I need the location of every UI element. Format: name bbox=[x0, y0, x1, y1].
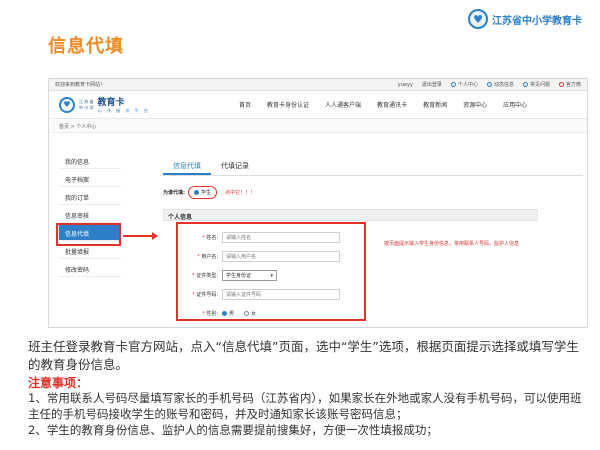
topbar-faq[interactable]: 常见问题 bbox=[522, 81, 550, 88]
message-icon bbox=[486, 82, 492, 87]
sidebar-item-archive[interactable]: 电子档案 bbox=[59, 169, 121, 187]
topbar-personal-center[interactable]: 个人中心 bbox=[450, 81, 478, 88]
username[interactable]: yueyy bbox=[398, 82, 413, 88]
nav-row: ♥ 江 苏 省 中 小 学 教育卡 公 共 服 务 平 台 首页 教育卡身份认证… bbox=[49, 91, 587, 119]
nav-item-client[interactable]: 人人通客户端 bbox=[325, 100, 361, 109]
idtype-row: * 证件类型: 学生身份证 ▾ bbox=[178, 266, 364, 285]
idno-row: * 证件号码: bbox=[178, 285, 364, 304]
gender-label: 性别: bbox=[206, 311, 218, 317]
username-label: 用户名: bbox=[201, 254, 218, 260]
name-label: 姓名: bbox=[206, 235, 218, 241]
nav-item-home[interactable]: 首页 bbox=[239, 100, 251, 109]
nav-item-card[interactable]: 教育通讯卡 bbox=[377, 100, 407, 109]
tab-fill-records[interactable]: 代填记录 bbox=[211, 158, 259, 175]
chevron-down-icon: ▾ bbox=[270, 272, 273, 279]
site-logo[interactable]: ♥ 江 苏 省 中 小 学 教育卡 公 共 服 务 平 台 bbox=[59, 95, 179, 114]
help-icon bbox=[522, 82, 528, 87]
sidebar-item-orders[interactable]: 我的订单 bbox=[59, 187, 121, 205]
logout-link[interactable]: 退出登录 bbox=[422, 81, 442, 88]
weibo-icon bbox=[558, 82, 564, 87]
gender-male[interactable]: 男 bbox=[222, 310, 234, 317]
welcome-text: 欢迎来到教育卡网站！ bbox=[55, 82, 106, 88]
tab-bar: 信息代填 代填记录 bbox=[163, 158, 583, 176]
idtype-select[interactable]: 学生身份证 ▾ bbox=[222, 270, 277, 281]
name-input[interactable] bbox=[222, 232, 340, 243]
for-role-row: 为谁代填: 学生 点中它！！！ bbox=[163, 186, 583, 199]
topbar-news[interactable]: 动态信息 bbox=[486, 81, 514, 88]
radio-unselected-icon[interactable] bbox=[244, 311, 250, 316]
nav-item-news[interactable]: 教育新闻 bbox=[423, 100, 447, 109]
logo: ♥ 江苏省中小学教育卡 bbox=[468, 8, 588, 30]
description: 班主任登录教育卡官方网站，点入“信息代填”页面，选中“学生”选项，根据页面提示选… bbox=[28, 339, 579, 372]
for-role-label: 为谁代填: bbox=[163, 190, 185, 196]
arrow-icon bbox=[123, 232, 158, 240]
site-slogan: 公 共 服 务 平 台 bbox=[97, 108, 150, 113]
idno-input[interactable] bbox=[222, 289, 340, 300]
gender-female[interactable]: 女 bbox=[244, 310, 256, 317]
notes-body: 1、常用联系人号码尽量填写家长的手机号码（江苏省内），如果家长在外地或家人没有手… bbox=[28, 390, 584, 438]
site-logo-icon: ♥ bbox=[59, 96, 75, 113]
logo-text: 江苏省中小学教育卡 bbox=[492, 15, 582, 27]
user-icon bbox=[450, 82, 456, 87]
sidebar-item-my-info[interactable]: 我的信息 bbox=[59, 151, 121, 169]
radio-selected-icon[interactable] bbox=[194, 190, 199, 195]
main-panel: 信息代填 代填记录 为谁代填: 学生 点中它！！！ 个人信息 bbox=[163, 158, 583, 221]
radio-selected-icon[interactable] bbox=[222, 311, 227, 316]
slide-title: 信息代填 bbox=[48, 36, 124, 57]
form-highlight-box: * 姓名: * 用户名: * 证件类型: 学生身份证▾ * 证件号码: * 性别… bbox=[176, 222, 366, 321]
name-row: * 姓名: bbox=[178, 228, 364, 247]
username-input[interactable] bbox=[222, 251, 340, 262]
side-hint: 按页面提示输入学生身份信息，常用联系人号码，监护人信息 bbox=[384, 241, 520, 247]
click-note: 点中它！！！ bbox=[225, 190, 256, 196]
section-title: 个人信息 bbox=[163, 209, 538, 221]
topbar-weibo[interactable]: 官方微 bbox=[558, 81, 581, 88]
sidebar-item-review[interactable]: 信息审核 bbox=[59, 205, 121, 223]
gender-row: * 性别: 男 女 bbox=[202, 310, 257, 317]
note-item: 2、学生的教育身份信息、监护人的信息需要提前搜集好，方便一次性填报成功； bbox=[28, 423, 438, 437]
idtype-label: 证件类型: bbox=[196, 273, 218, 279]
top-bar: 欢迎来到教育卡网站！ yueyy 退出登录 个人中心 动态信息 常见问题 官方微 bbox=[49, 79, 587, 91]
tab-proxy-fill[interactable]: 信息代填 bbox=[163, 158, 211, 175]
nav-item-auth[interactable]: 教育卡身份认证 bbox=[267, 100, 309, 109]
logo-icon: ♥ bbox=[468, 9, 488, 29]
note-item: 1、常用联系人号码尽量填写家长的手机号码（江苏省内），如果家长在外地或家人没有手… bbox=[28, 391, 582, 421]
username-row: * 用户名: bbox=[178, 247, 364, 266]
nav-item-resources[interactable]: 资源中心 bbox=[463, 100, 487, 109]
sidebar-highlight-box bbox=[56, 223, 121, 246]
site-name: 教育卡 bbox=[97, 98, 125, 108]
nav-item-apps[interactable]: 应用中心 bbox=[503, 100, 527, 109]
notes-title: 注意事项： bbox=[28, 376, 89, 390]
sidebar-item-password[interactable]: 修改密码 bbox=[59, 259, 121, 277]
sidebar: 我的信息 电子档案 我的订单 信息审核 信息代填 批量填报 修改密码 bbox=[59, 151, 121, 277]
breadcrumb: 首页 > 个人中心 bbox=[49, 119, 587, 133]
main-nav: 首页 教育卡身份认证 人人通客户端 教育通讯卡 教育新闻 资源中心 应用中心 bbox=[239, 100, 543, 109]
role-option-student[interactable]: 学生 bbox=[188, 186, 218, 199]
site-school-level: 中 小 学 bbox=[79, 104, 94, 110]
idno-label: 证件号码: bbox=[196, 292, 218, 298]
